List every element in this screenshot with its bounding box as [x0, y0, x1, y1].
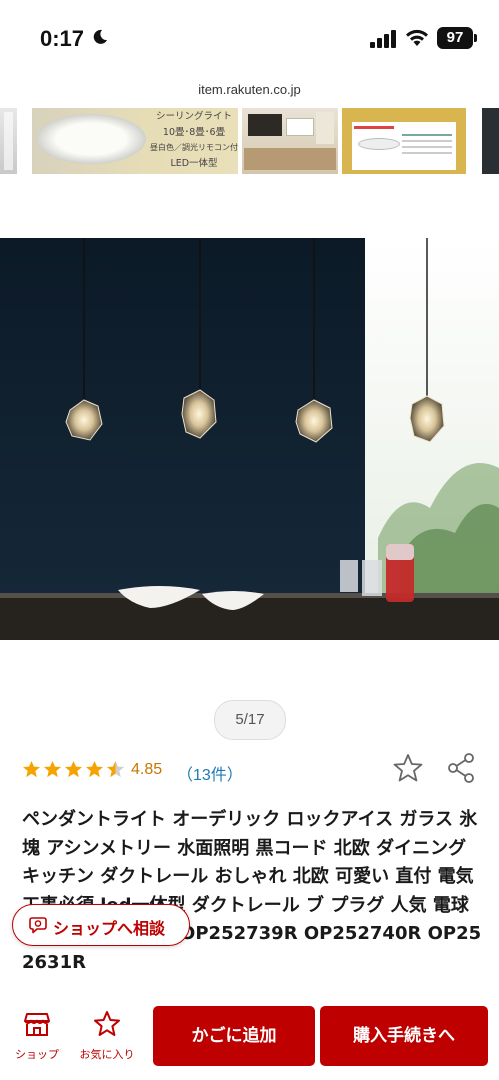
thumb-text-line: シーリングライト [155, 111, 232, 122]
thumbnail-3[interactable] [242, 108, 338, 174]
review-count-link[interactable]: （13件） [177, 761, 243, 785]
thumbnail-5[interactable] [482, 108, 499, 174]
add-to-cart-button[interactable]: かごに追加 [153, 1006, 315, 1066]
star-half-icon [106, 760, 125, 778]
image-pager: 5/17 [214, 700, 286, 740]
bottom-action-bar: ショップ お気に入り かごに追加 購入手続きへ [0, 1000, 499, 1080]
rating-score: 4.85 [131, 761, 163, 778]
address-bar[interactable]: item.rakuten.co.jp [0, 82, 499, 97]
star-icon [64, 760, 83, 778]
star-icon [22, 760, 41, 778]
shop-nav-button[interactable]: ショップ [6, 1010, 68, 1070]
thumb-text-line: 10畳･8畳･6畳 [162, 126, 226, 138]
favorite-nav-label: お気に入り [79, 1048, 135, 1061]
shop-consult-button[interactable]: ショップへ相談 [12, 904, 190, 946]
thumb-text-line: 昼白色／調光リモコン付 [150, 143, 238, 152]
checkout-button[interactable]: 購入手続きへ [320, 1006, 488, 1066]
chat-icon [29, 917, 47, 934]
product-title: ペンダントライト オーデリック ロックアイス ガラス 氷 塊 アシンメトリー 水… [22, 809, 482, 973]
shop-icon [24, 1013, 50, 1036]
share-icon[interactable] [446, 752, 476, 784]
star-icon [85, 760, 104, 778]
pendant-lights-photo [0, 238, 499, 640]
battery-cap [474, 34, 477, 42]
signal-icon [370, 30, 396, 48]
status-bar: 0:17 97 [0, 0, 499, 80]
shop-consult-label: ショップへ相談 [53, 919, 166, 938]
star-icon[interactable] [392, 752, 424, 784]
thumbnail-4[interactable] [342, 108, 466, 174]
favorite-nav-button[interactable]: お気に入り [72, 1010, 142, 1070]
moon-icon [93, 29, 107, 44]
battery-icon: 97 [437, 27, 473, 49]
thumbnail-1[interactable] [0, 108, 17, 174]
thumb-text-line: LED一体型 [170, 157, 218, 169]
product-main-image[interactable] [0, 238, 499, 640]
wifi-icon [406, 29, 428, 46]
thumbnail-2[interactable]: シーリングライト 10畳･8畳･6畳 昼白色／調光リモコン付 LED一体型 [32, 108, 238, 174]
status-time: 0:17 [40, 26, 85, 51]
star-icon [43, 760, 62, 778]
shop-nav-label: ショップ [15, 1048, 59, 1061]
thumbnail-strip[interactable]: シーリングライト 10畳･8畳･6畳 昼白色／調光リモコン付 LED一体型 [0, 108, 499, 174]
star-icon [94, 1011, 120, 1036]
